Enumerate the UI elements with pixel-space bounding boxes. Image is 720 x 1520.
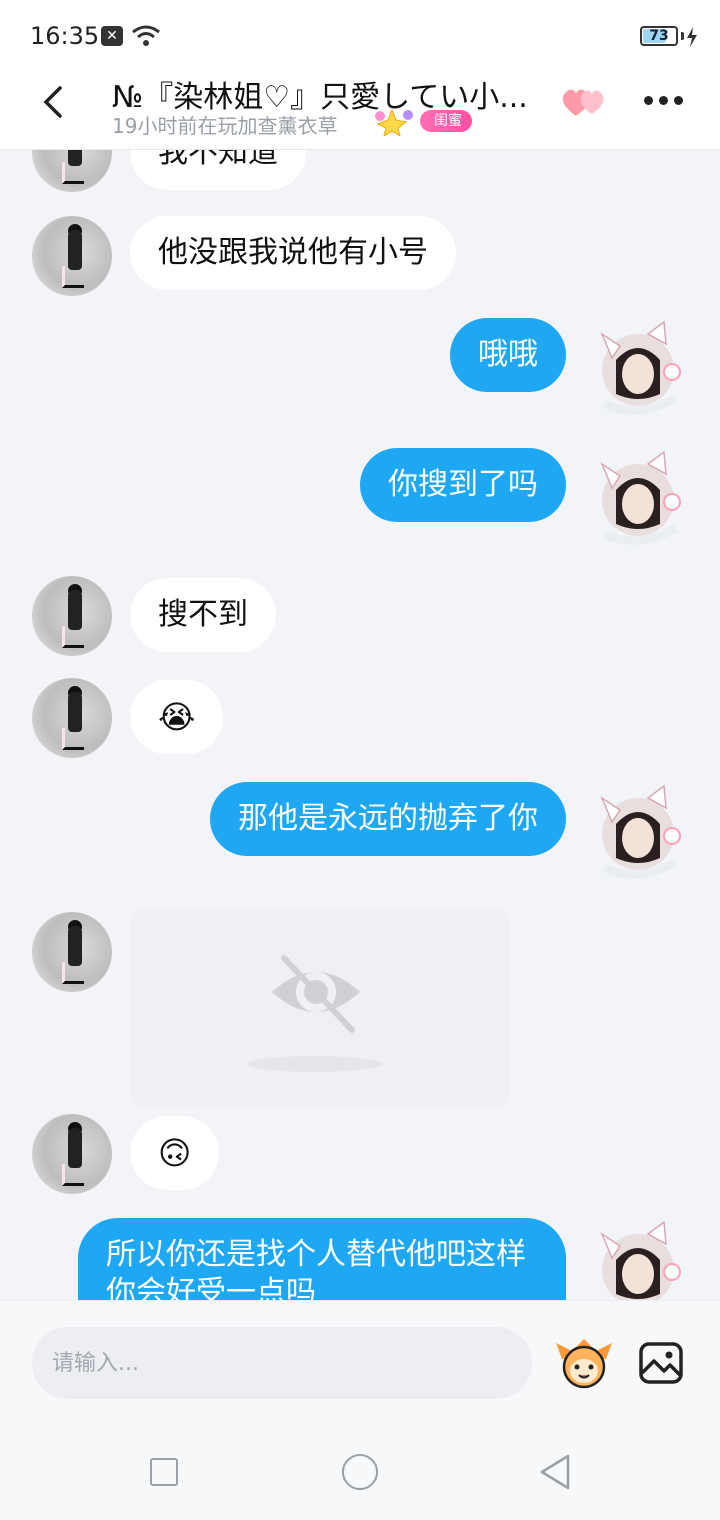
- chat-header: №『染林姐♡』只愛してい小... 19小时前在玩加查薰衣草 闺蜜: [0, 72, 720, 150]
- back-nav-icon[interactable]: [538, 1452, 572, 1492]
- message-bubble[interactable]: 那他是永远的抛弃了你: [210, 782, 566, 856]
- friend-avatar[interactable]: [32, 912, 112, 992]
- friend-avatar[interactable]: [32, 216, 112, 296]
- self-avatar[interactable]: [590, 1216, 686, 1300]
- message-bubble[interactable]: 你搜到了吗: [360, 448, 566, 522]
- system-nav-bar: [0, 1424, 720, 1520]
- battery-tip: [681, 32, 684, 40]
- emoji-message[interactable]: 🙃: [130, 1116, 220, 1190]
- home-icon[interactable]: [342, 1454, 378, 1490]
- battery-level: 73: [649, 28, 669, 44]
- self-avatar[interactable]: [590, 780, 686, 880]
- self-avatar[interactable]: [590, 316, 686, 416]
- message-bubble[interactable]: 所以你还是找个人替代他吧这样你会好受一点吗: [78, 1218, 566, 1300]
- status-time: 16:35: [30, 22, 100, 50]
- friend-avatar[interactable]: [32, 1114, 112, 1194]
- friend-avatar[interactable]: [32, 150, 112, 192]
- message-bubble[interactable]: 哦哦: [450, 318, 566, 392]
- friend-avatar[interactable]: [32, 576, 112, 656]
- back-icon[interactable]: [36, 84, 72, 120]
- input-bar: [0, 1300, 720, 1424]
- status-bar: 16:35 ✕ 73: [0, 0, 720, 72]
- sticker-icon[interactable]: [554, 1337, 614, 1389]
- message-bubble[interactable]: 搜不到: [130, 578, 276, 652]
- emoji-message[interactable]: 😭: [130, 680, 224, 754]
- message-bubble[interactable]: 他没跟我说他有小号: [130, 216, 456, 290]
- message-list[interactable]: 我不知道 他没跟我说他有小号 哦哦 你搜到了吗 搜不到 😭 那他是永远的抛弃了你…: [0, 150, 720, 1300]
- chat-subtitle: 19小时前在玩加查薰衣草: [112, 114, 338, 138]
- close-badge-icon: ✕: [101, 26, 123, 46]
- message-bubble[interactable]: 我不知道: [130, 150, 306, 190]
- image-icon[interactable]: [638, 1341, 684, 1385]
- hidden-image-icon: [272, 955, 360, 1033]
- friend-avatar[interactable]: [32, 678, 112, 758]
- star-badge-icon: [375, 108, 413, 136]
- charging-icon: [687, 27, 697, 47]
- recent-apps-icon[interactable]: [150, 1458, 178, 1486]
- self-avatar[interactable]: [590, 446, 686, 546]
- wifi-icon: [132, 25, 160, 46]
- hidden-image-message[interactable]: [130, 908, 510, 1108]
- more-icon[interactable]: [644, 96, 684, 108]
- battery-icon: 73: [640, 26, 678, 46]
- bestie-badge: 闺蜜: [420, 110, 472, 132]
- message-input[interactable]: [32, 1327, 532, 1399]
- image-shadow: [246, 1056, 382, 1072]
- hearts-icon[interactable]: [560, 86, 610, 118]
